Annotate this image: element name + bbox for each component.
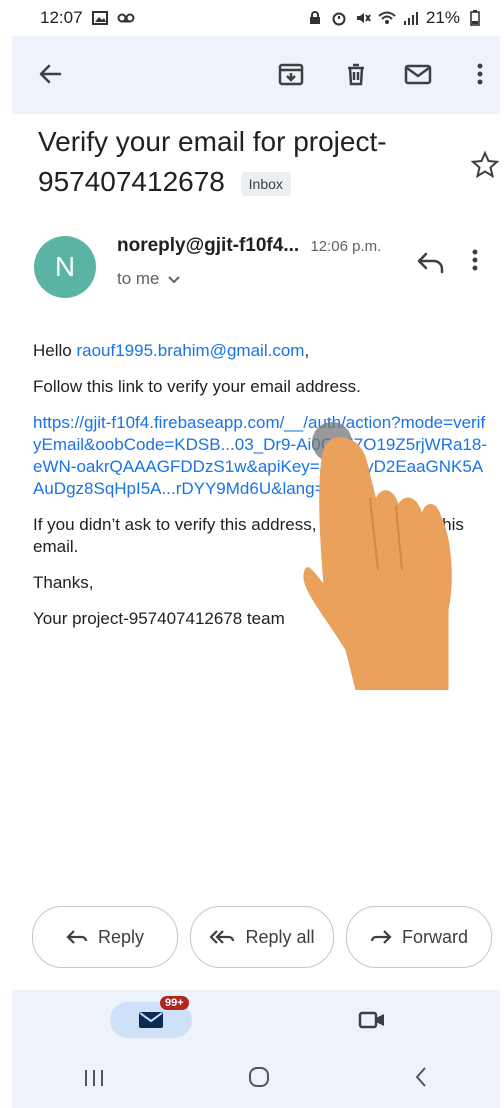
greeting: Hello raouf1995.brahim@gmail.com,: [33, 340, 493, 362]
email-screen: 12:07 21% Verify your email for project-…: [12, 0, 500, 1108]
back-nav-icon[interactable]: [413, 1066, 429, 1094]
email-subject: Verify your email for project-9574074126…: [38, 122, 458, 202]
status-time: 12:07: [40, 8, 83, 27]
instruction-text: Follow this link to verify your email ad…: [33, 377, 361, 396]
reply-label: Reply: [97, 926, 145, 947]
chevron-down-icon: [167, 269, 180, 289]
reply-actions: Reply Reply all Forward: [32, 906, 500, 968]
reply-icon[interactable]: [414, 248, 448, 276]
recipient-text: to me: [117, 269, 160, 288]
avatar[interactable]: N: [34, 236, 96, 298]
status-bar: 12:07 21%: [12, 0, 500, 36]
system-nav-bar: [12, 1052, 500, 1108]
star-icon[interactable]: [470, 150, 500, 180]
back-arrow-icon[interactable]: [34, 58, 66, 90]
more-vert-icon[interactable]: [464, 58, 496, 90]
forward-label: Forward: [401, 926, 468, 947]
greeting-suffix: ,: [304, 341, 310, 360]
app-bar: [12, 36, 500, 114]
reply-button[interactable]: Reply: [32, 906, 178, 968]
sender-name: noreply@gjit-f10f4...: [117, 235, 300, 256]
mail-icon[interactable]: [402, 58, 434, 90]
gallery-icon: [91, 10, 109, 26]
sender-info[interactable]: noreply@gjit-f10f4... 12:06 p.m. to me: [117, 235, 397, 289]
reply-all-button[interactable]: Reply all: [190, 906, 334, 968]
mail-badge: 99+: [160, 996, 189, 1010]
meet-video-icon[interactable]: [358, 1008, 386, 1032]
forward-icon: [370, 930, 392, 944]
battery-percent: 21%: [425, 8, 460, 27]
recipient-row[interactable]: to me: [117, 269, 397, 289]
delete-icon[interactable]: [340, 58, 372, 90]
home-icon[interactable]: [247, 1065, 271, 1095]
email-time: 12:06 p.m.: [310, 238, 382, 255]
reply-icon: [66, 930, 88, 944]
subject-text: Verify your email for project-9574074126…: [38, 126, 387, 197]
recent-apps-icon[interactable]: [83, 1067, 105, 1093]
reply-all-icon: [209, 930, 235, 944]
battery-icon: [466, 10, 484, 26]
lock-icon: [306, 10, 324, 26]
mute-icon: [354, 10, 372, 26]
wifi-icon: [378, 10, 396, 26]
forward-button[interactable]: Forward: [346, 906, 492, 968]
signal-icon: [402, 10, 420, 26]
bottom-nav: 99+: [12, 990, 500, 1052]
greeting-prefix: Hello: [33, 341, 77, 360]
alarm-icon: [330, 10, 348, 26]
touch-hand-icon: [298, 420, 458, 691]
archive-icon[interactable]: [275, 58, 307, 90]
voicemail-icon: [117, 10, 135, 26]
reply-all-label: Reply all: [245, 926, 315, 947]
more-vert-icon[interactable]: [470, 246, 492, 276]
inbox-label[interactable]: Inbox: [240, 171, 291, 196]
mail-icon: [139, 1012, 163, 1028]
greeting-email-link[interactable]: raouf1995.brahim@gmail.com: [76, 341, 304, 360]
